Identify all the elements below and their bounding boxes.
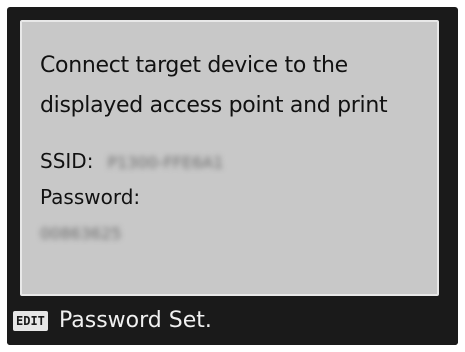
password-row: 00863625 [40,220,121,244]
password-set-hint: Password Set. [59,308,212,333]
password-value: 00863625 [40,224,122,243]
ssid-label: SSID: [40,149,94,173]
ssid-row: SSID: P1300-FFE6A1 [40,149,223,173]
edit-button[interactable]: EDIT [13,311,48,331]
bottom-bar: EDIT Password Set. [7,299,458,345]
printer-screen: Connect target device to the displayed a… [7,7,458,345]
connection-dialog: Connect target device to the displayed a… [20,20,439,296]
ssid-value: P1300-FFE6A1 [107,153,224,172]
connection-message: Connect target device to the displayed a… [40,53,388,118]
password-label: Password: [40,185,141,209]
